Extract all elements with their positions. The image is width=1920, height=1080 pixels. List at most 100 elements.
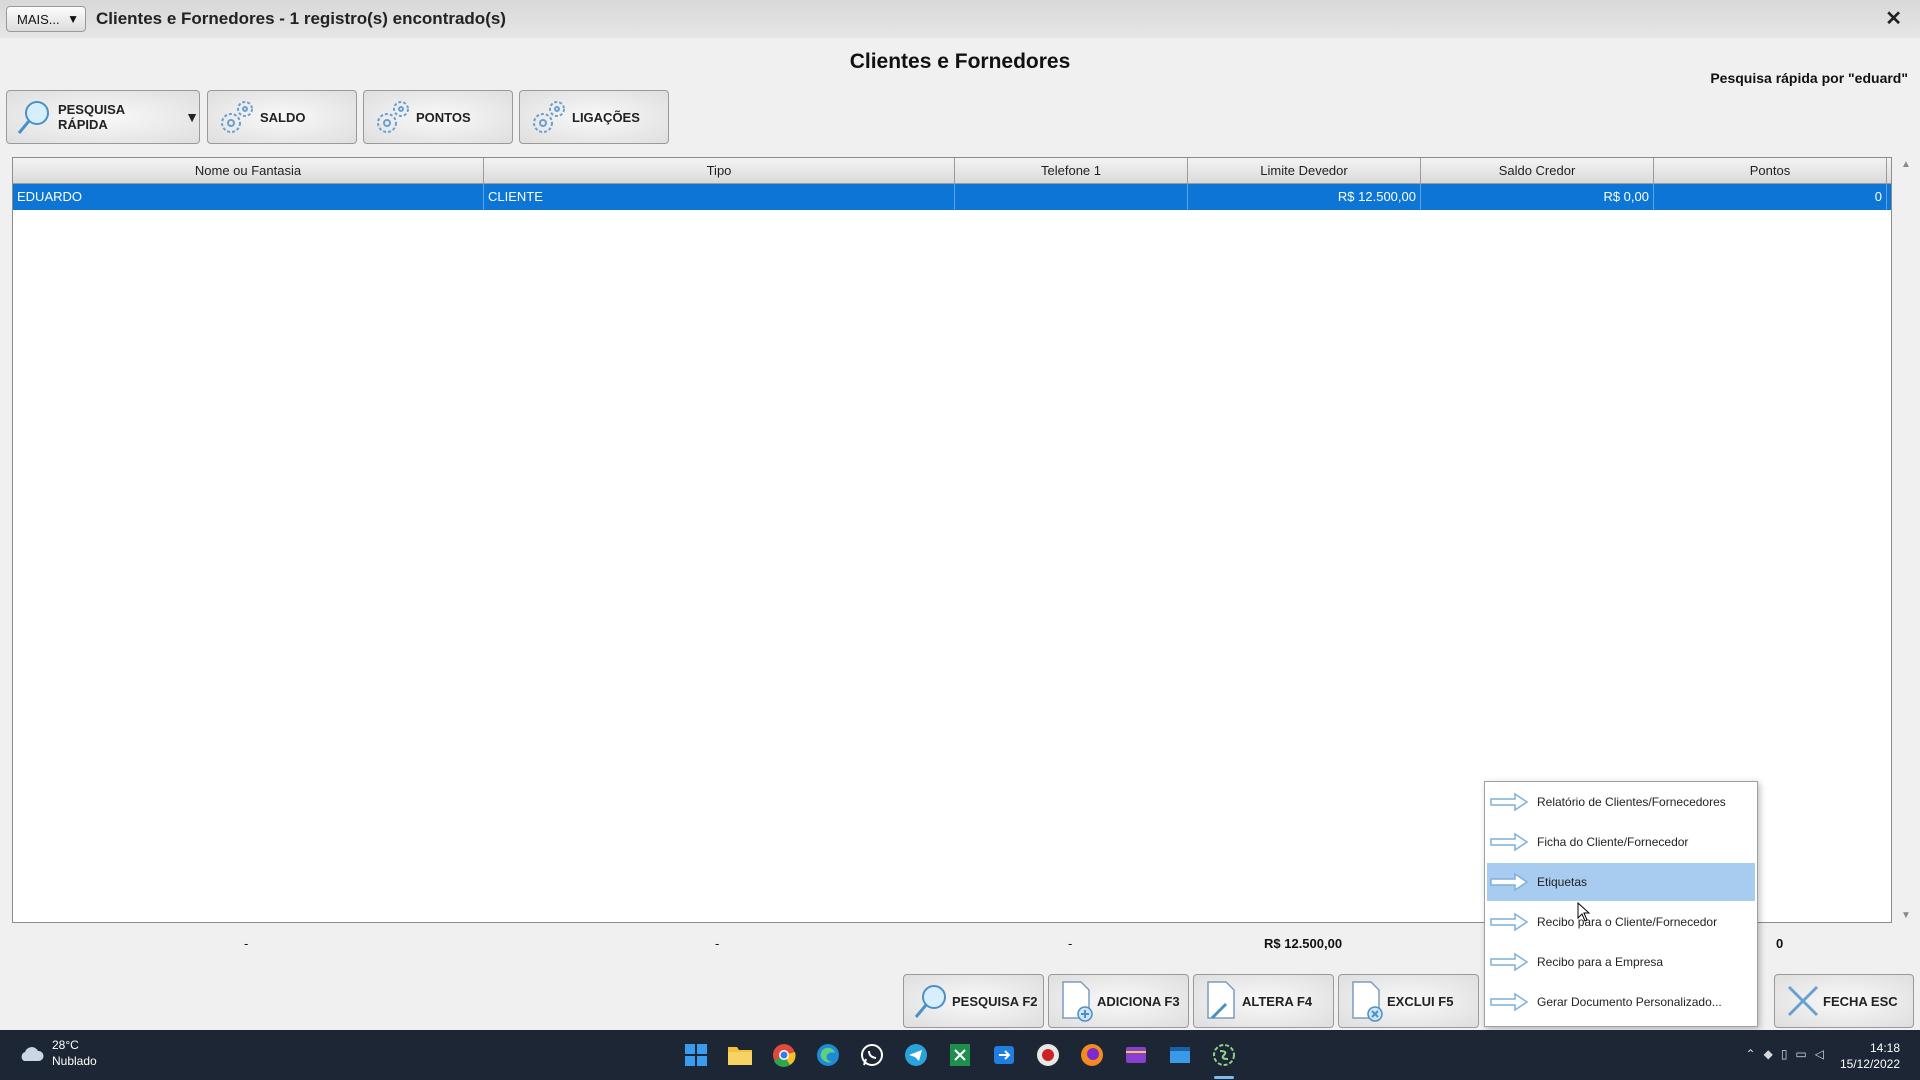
page-title: Clientes e Fornedores <box>849 50 1071 73</box>
gears-icon <box>372 96 414 138</box>
menu-item-label: Recibo para o Cliente/Fornecedor <box>1537 915 1718 929</box>
cell-pontos: 0 <box>1654 184 1887 210</box>
fecha-label: FECHA ESC <box>1823 993 1898 1009</box>
arrow-right-icon <box>1490 832 1529 852</box>
menu-item-relatorio[interactable]: Relatório de Clientes/Fornecedores <box>1487 783 1755 821</box>
whatsapp-icon[interactable] <box>858 1041 886 1069</box>
scroll-up-icon[interactable]: ▲ <box>1901 159 1911 170</box>
column-header[interactable]: Limite Devedor <box>1188 158 1421 183</box>
chevron-down-icon[interactable]: ▼ <box>185 109 199 125</box>
pesquisa-label: PESQUISA F2 <box>952 993 1038 1009</box>
table-row[interactable]: EDUARDO CLIENTE R$ 12.500,00 R$ 0,00 0 <box>13 184 1891 210</box>
battery-icon[interactable]: ▯ <box>1781 1047 1788 1061</box>
media-app-icon[interactable] <box>1122 1041 1150 1069</box>
app-circle-icon[interactable] <box>1034 1041 1062 1069</box>
altera-button[interactable]: ALTERA F4 <box>1193 974 1334 1028</box>
windows-start-icon[interactable] <box>682 1041 710 1069</box>
menu-item-label: Relatório de Clientes/Fornecedores <box>1537 795 1726 809</box>
total-nome: - <box>244 936 249 951</box>
fecha-button[interactable]: FECHA ESC <box>1774 974 1914 1028</box>
total-pontos: 0 <box>1776 936 1784 951</box>
cell-nome: EDUARDO <box>13 184 484 210</box>
add-document-icon <box>1057 979 1097 1023</box>
dropdown-arrow-icon: ▼ <box>67 12 79 26</box>
clock[interactable]: 14:18 15/12/2022 <box>1840 1040 1900 1072</box>
reports-context-menu: Relatório de Clientes/Fornecedores Ficha… <box>1484 781 1758 1027</box>
weather-condition: Nublado <box>52 1054 97 1068</box>
window-title: Clientes e Fornedores - 1 registro(s) en… <box>96 9 506 28</box>
cell-saldo: R$ 0,00 <box>1421 184 1654 210</box>
total-limite: R$ 12.500,00 <box>1264 936 1343 951</box>
pesquisa-button[interactable]: PESQUISA F2 <box>903 974 1044 1028</box>
taskbar: 28°C Nublado ⌃ ◆ ▯ ▭ ◁ 14:18 15/12/2022 <box>0 1030 1920 1080</box>
exclui-button[interactable]: EXCLUI F5 <box>1338 974 1479 1028</box>
telegram-icon[interactable] <box>902 1041 930 1069</box>
firefox-icon[interactable] <box>1078 1041 1106 1069</box>
column-header[interactable]: Tipo <box>484 158 955 183</box>
arrow-right-icon <box>1490 912 1529 932</box>
menu-item-recibo-empresa[interactable]: Recibo para a Empresa <box>1487 943 1755 981</box>
grid-header: Nome ou Fantasia Tipo Telefone 1 Limite … <box>13 158 1891 184</box>
quick-search-status: Pesquisa rápida por "eduard" <box>1710 70 1908 86</box>
chrome-icon[interactable] <box>770 1041 798 1069</box>
delete-document-icon <box>1347 979 1387 1023</box>
magnifier-icon <box>912 979 952 1023</box>
erp-app-icon[interactable] <box>1210 1041 1238 1069</box>
column-header[interactable]: Telefone 1 <box>955 158 1188 183</box>
column-header[interactable]: Saldo Credor <box>1421 158 1654 183</box>
chevron-up-icon[interactable]: ⌃ <box>1746 1047 1756 1061</box>
window-app-icon[interactable] <box>1166 1041 1194 1069</box>
cloud-icon <box>21 1047 44 1061</box>
exclui-label: EXCLUI F5 <box>1387 993 1454 1009</box>
saldo-label: SALDO <box>260 109 306 125</box>
menu-item-etiquetas[interactable]: Etiquetas <box>1487 863 1755 901</box>
cell-limite: R$ 12.500,00 <box>1188 184 1421 210</box>
mouse-cursor-icon <box>1577 902 1591 922</box>
menu-item-label: Ficha do Cliente/Fornecedor <box>1537 835 1689 849</box>
volume-icon[interactable]: ◁ <box>1815 1047 1824 1061</box>
altera-label: ALTERA F4 <box>1242 993 1313 1009</box>
edit-document-icon <box>1202 979 1242 1023</box>
system-tray: ⌃ ◆ ▯ ▭ ◁ <box>1746 1047 1824 1061</box>
saldo-button[interactable]: SALDO <box>207 90 357 144</box>
file-explorer-icon[interactable] <box>726 1041 754 1069</box>
mais-button[interactable]: MAIS... ▼ <box>6 6 86 32</box>
adiciona-label: ADICIONA F3 <box>1097 993 1180 1009</box>
ligacoes-button[interactable]: LIGAÇÕES <box>519 90 669 144</box>
close-icon <box>1783 979 1823 1023</box>
adiciona-button[interactable]: ADICIONA F3 <box>1048 974 1189 1028</box>
arrow-right-icon <box>1490 952 1529 972</box>
menu-item-ficha[interactable]: Ficha do Cliente/Fornecedor <box>1487 823 1755 861</box>
active-app-indicator <box>1214 1076 1234 1079</box>
scroll-down-icon[interactable]: ▼ <box>1901 910 1911 921</box>
edge-icon[interactable] <box>814 1041 842 1069</box>
menu-item-label: Etiquetas <box>1537 875 1588 889</box>
gears-icon <box>216 96 258 138</box>
temperature: 28°C <box>52 1038 79 1052</box>
time: 14:18 <box>1869 1041 1900 1055</box>
column-header[interactable]: Nome ou Fantasia <box>13 158 484 183</box>
menu-item-label: Gerar Documento Personalizado... <box>1537 995 1722 1009</box>
remote-access-icon[interactable] <box>990 1041 1018 1069</box>
total-telefone: - <box>1068 936 1073 951</box>
close-icon[interactable]: ✕ <box>1885 6 1902 31</box>
pontos-button[interactable]: PONTOS <box>363 90 513 144</box>
spreadsheet-icon[interactable] <box>946 1041 974 1069</box>
date: 15/12/2022 <box>1839 1057 1900 1071</box>
gears-icon <box>528 96 570 138</box>
network-icon[interactable]: ▭ <box>1795 1047 1806 1061</box>
arrow-right-icon <box>1490 872 1529 892</box>
menu-item-recibo-cliente[interactable]: Recibo para o Cliente/Fornecedor <box>1487 903 1755 941</box>
pontos-label: PONTOS <box>416 109 471 125</box>
column-header[interactable]: Pontos <box>1654 158 1887 183</box>
quick-search-button[interactable]: PESQUISA RÁPIDA ▼ <box>6 90 200 144</box>
weather-widget[interactable]: 28°C Nublado <box>18 1037 97 1069</box>
menu-item-gerar-documento[interactable]: Gerar Documento Personalizado... <box>1487 983 1755 1021</box>
arrow-right-icon <box>1490 792 1529 812</box>
quick-search-label: PESQUISA RÁPIDA <box>57 102 125 132</box>
vertical-scrollbar[interactable]: ▲ ▼ <box>1898 157 1914 923</box>
menu-item-label: Recibo para a Empresa <box>1537 955 1664 969</box>
ligacoes-label: LIGAÇÕES <box>572 109 640 125</box>
shield-icon[interactable]: ◆ <box>1764 1047 1773 1061</box>
cell-telefone <box>955 184 1188 210</box>
